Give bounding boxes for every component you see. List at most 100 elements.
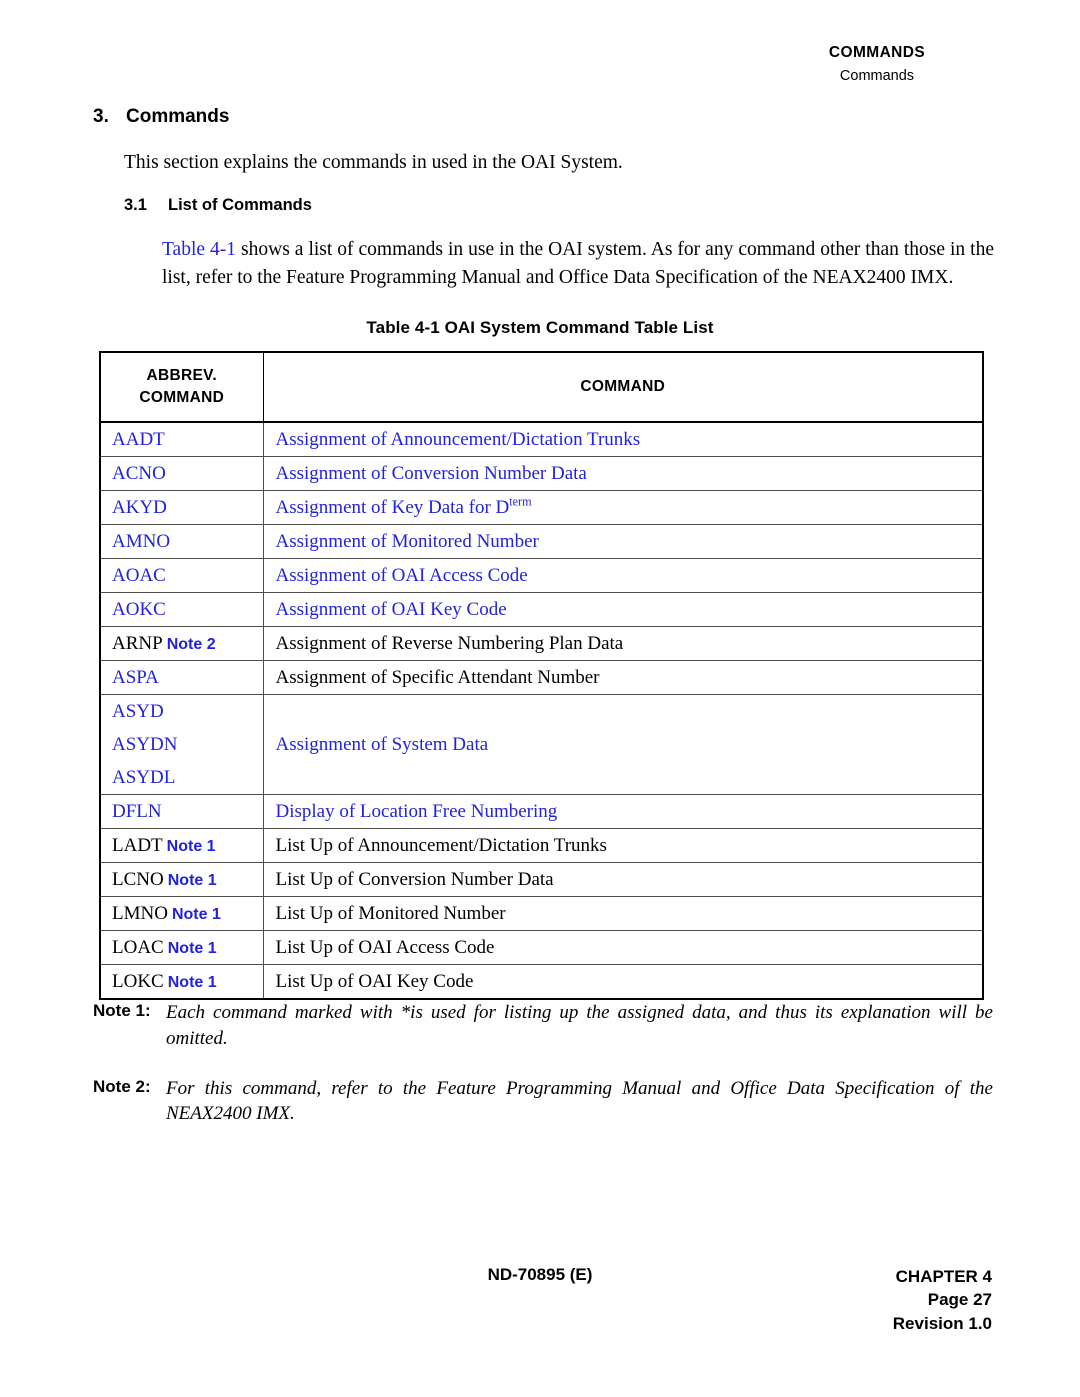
command-description-text[interactable]: List Up of OAI Access Code <box>276 937 495 958</box>
table-body: AADT Assignment of Announcement/Dictation… <box>99 421 984 1000</box>
cell-command-description[interactable]: Assignment of OAI Key Code <box>262 592 984 627</box>
command-description-text[interactable]: Assignment of OAI Key Code <box>276 599 507 620</box>
abbrev-command-text[interactable]: ASYDL <box>112 767 175 788</box>
table-row: DFLN Display of Location Free Numbering <box>99 794 984 829</box>
column-header-command: COMMAND <box>262 351 984 423</box>
cell-abbrev-command[interactable]: LMNO Note 1 <box>99 896 264 931</box>
table-row: ASYD ASYDN ASYDL Assignment of System Data <box>99 694 984 795</box>
abbrev-command-text[interactable]: ASPA <box>112 667 159 688</box>
command-description-text[interactable]: Assignment of Announcement/Dictation Tru… <box>276 429 641 450</box>
cell-abbrev-command[interactable]: LOKC Note 1 <box>99 964 264 1000</box>
cell-command-description[interactable]: Assignment of Announcement/Dictation Tru… <box>262 421 984 457</box>
abbrev-command-text[interactable]: ACNO <box>112 463 166 484</box>
note-reference[interactable]: Note 2 <box>167 636 216 653</box>
table-row: AADT Assignment of Announcement/Dictation… <box>99 421 984 457</box>
cell-command-description[interactable]: Assignment of System Data <box>262 694 984 795</box>
cell-command-description[interactable]: Assignment of Reverse Numbering Plan Dat… <box>262 626 984 661</box>
column-header-abbrev-line1: ABBREV. <box>146 366 217 384</box>
cell-command-description[interactable]: List Up of Announcement/Dictation Trunks <box>262 828 984 863</box>
cell-abbrev-command[interactable]: AOKC <box>99 592 264 627</box>
abbrev-command-text[interactable]: LOAC <box>112 937 164 958</box>
abbrev-command-line: ASYDL <box>112 761 263 794</box>
abbrev-command-text[interactable]: AOAC <box>112 565 166 586</box>
table-row: LMNO Note 1 List Up of Monitored Number <box>99 896 984 931</box>
cell-command-description[interactable]: List Up of Conversion Number Data <box>262 862 984 897</box>
abbrev-command-text[interactable]: AMNO <box>112 531 170 552</box>
footnote-text: Each command marked with *is used for li… <box>166 1002 993 1049</box>
column-header-abbrev-line2: COMMAND <box>139 389 225 406</box>
table-row: ASPA Assignment of Specific Attendant Num… <box>99 660 984 695</box>
table-caption: Table 4-1 OAI System Command Table List <box>366 318 714 337</box>
abbrev-command-text[interactable]: ARNP <box>112 633 163 654</box>
abbrev-command-text[interactable]: LOKC <box>112 971 164 992</box>
table-reference-link[interactable]: Table 4-1 <box>162 239 236 260</box>
cell-abbrev-command[interactable]: ACNO <box>99 456 264 491</box>
note-reference[interactable]: Note 1 <box>167 838 216 855</box>
footnote: Note 1: Each command marked with *is used… <box>93 1000 993 1052</box>
cell-command-description[interactable]: Display of Location Free Numbering <box>262 794 984 829</box>
column-header-abbrev-command: ABBREV. COMMAND <box>99 351 264 423</box>
cell-abbrev-command[interactable]: AOAC <box>99 558 264 593</box>
table-row: AOKC Assignment of OAI Key Code <box>99 592 984 627</box>
cell-command-description[interactable]: List Up of OAI Key Code <box>262 964 984 1000</box>
command-description-text[interactable]: List Up of OAI Key Code <box>276 971 474 992</box>
command-description-text[interactable]: List Up of Monitored Number <box>276 903 506 924</box>
cell-abbrev-command[interactable]: AMNO <box>99 524 264 559</box>
cell-abbrev-command[interactable]: LCNO Note 1 <box>99 862 264 897</box>
abbrev-command-text[interactable]: AADT <box>112 429 165 450</box>
footer-revision: Revision 1.0 <box>892 1313 992 1333</box>
command-description-text[interactable]: Assignment of Key Data for Dterm <box>276 494 532 517</box>
command-description-text[interactable]: Assignment of OAI Access Code <box>276 565 528 586</box>
footnote-label: Note 2: <box>93 1076 151 1096</box>
cell-command-description[interactable]: Assignment of Key Data for Dterm <box>262 490 984 525</box>
cell-abbrev-command[interactable]: ARNP Note 2 <box>99 626 264 661</box>
abbrev-command-text[interactable]: LCNO <box>112 869 164 890</box>
command-description-text[interactable]: Assignment of System Data <box>276 734 489 755</box>
oai-command-table: ABBREV. COMMAND COMMAND AADT Assignment o… <box>99 351 984 1000</box>
note-reference[interactable]: Note 1 <box>172 906 221 923</box>
cell-command-description[interactable]: List Up of Monitored Number <box>262 896 984 931</box>
command-description-text[interactable]: List Up of Announcement/Dictation Trunks <box>276 835 607 856</box>
running-header-subtitle: Commands <box>839 68 915 84</box>
command-description-text[interactable]: List Up of Conversion Number Data <box>276 869 554 890</box>
footer-chapter: CHAPTER 4 <box>895 1267 992 1286</box>
note-reference[interactable]: Note 1 <box>168 940 217 957</box>
cell-abbrev-command[interactable]: AKYD <box>99 490 264 525</box>
footnotes: Note 1: Each command marked with *is used… <box>93 1000 993 1151</box>
command-description-text[interactable]: Assignment of Conversion Number Data <box>276 463 587 484</box>
command-description-text[interactable]: Display of Location Free Numbering <box>276 801 558 822</box>
abbrev-command-text[interactable]: AKYD <box>112 497 167 518</box>
table-row: AOAC Assignment of OAI Access Code <box>99 558 984 593</box>
cell-abbrev-command[interactable]: ASYD ASYDN ASYDL <box>99 694 264 795</box>
abbrev-command-text[interactable]: ASYDN <box>112 734 177 755</box>
footer-page: Page 27 <box>927 1290 992 1310</box>
cell-abbrev-command[interactable]: DFLN <box>99 794 264 829</box>
command-description-text[interactable]: Assignment of Specific Attendant Number <box>276 667 600 688</box>
abbrev-command-line: ASYD <box>112 695 263 728</box>
footer-right-block: CHAPTER 4 Page 27 Revision 1.0 <box>893 1265 992 1335</box>
abbrev-command-text[interactable]: ASYD <box>112 701 164 722</box>
command-description-text[interactable]: Assignment of Reverse Numbering Plan Dat… <box>276 633 624 654</box>
cell-command-description[interactable]: Assignment of OAI Access Code <box>262 558 984 593</box>
command-description-text[interactable]: Assignment of Monitored Number <box>276 531 539 552</box>
abbrev-command-text[interactable]: DFLN <box>112 801 162 822</box>
abbrev-command-text[interactable]: LMNO <box>112 903 168 924</box>
document-page: COMMANDS Commands 3. Commands This sectio… <box>0 0 1080 1397</box>
cell-abbrev-command[interactable]: ASPA <box>99 660 264 695</box>
cell-command-description[interactable]: Assignment of Conversion Number Data <box>262 456 984 491</box>
cell-abbrev-command[interactable]: AADT <box>99 421 264 457</box>
note-reference[interactable]: Note 1 <box>168 974 217 991</box>
abbrev-command-text[interactable]: AOKC <box>112 599 166 620</box>
subsection-number: 3.1 <box>124 196 147 214</box>
cell-abbrev-command[interactable]: LADT Note 1 <box>99 828 264 863</box>
table-row: LCNO Note 1 List Up of Conversion Number D… <box>99 862 984 897</box>
note-reference[interactable]: Note 1 <box>168 872 217 889</box>
superscript-term: term <box>509 494 532 509</box>
cell-abbrev-command[interactable]: LOAC Note 1 <box>99 930 264 965</box>
abbrev-command-text[interactable]: LADT <box>112 835 163 856</box>
intro-paragraph: This section explains the commands in us… <box>124 152 623 173</box>
footnote-text: For this command, refer to the Feature P… <box>166 1077 993 1125</box>
cell-command-description[interactable]: List Up of OAI Access Code <box>262 930 984 965</box>
cell-command-description[interactable]: Assignment of Monitored Number <box>262 524 984 559</box>
cell-command-description[interactable]: Assignment of Specific Attendant Number <box>262 660 984 695</box>
